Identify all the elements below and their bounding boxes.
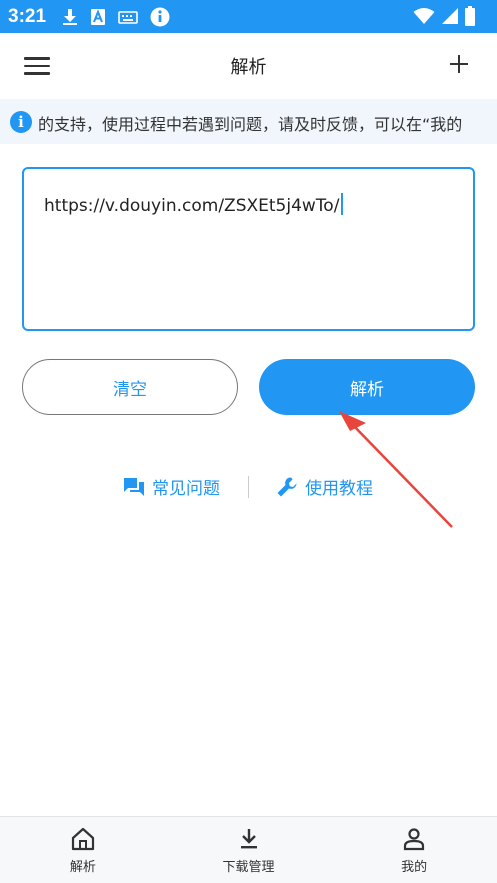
chat-bubbles-icon — [124, 477, 144, 496]
home-icon — [71, 827, 94, 851]
status-bar: 3:21 — [0, 0, 497, 33]
plus-icon — [450, 55, 468, 73]
help-links: 常见问题 使用教程 — [0, 472, 497, 502]
nav-item-profile[interactable]: 我的 — [331, 817, 497, 883]
url-input-value: https://v.douyin.com/ZSXEt5j4wTo/ — [44, 196, 340, 216]
add-button[interactable] — [447, 52, 471, 76]
notice-text: 的支持，使用过程中若遇到问题，请及时反馈，可以在“我的 — [38, 115, 463, 134]
download-tray-icon — [240, 829, 257, 849]
faq-link[interactable]: 常见问题 — [123, 474, 220, 499]
status-time: 3:21 — [8, 5, 47, 27]
wrench-icon — [277, 477, 297, 496]
info-icon — [150, 7, 170, 26]
nav-label: 下载管理 — [222, 860, 275, 875]
info-icon: i — [10, 111, 32, 133]
page-title: 解析 — [230, 57, 267, 78]
text-a-icon — [91, 8, 106, 25]
keyboard-icon — [118, 10, 138, 24]
status-icons-right — [413, 6, 475, 26]
hamburger-menu-icon — [24, 57, 50, 60]
person-icon — [404, 828, 425, 851]
download-icon — [63, 8, 78, 25]
wifi-icon — [413, 8, 435, 24]
nav-label: 解析 — [69, 860, 96, 875]
nav-item-parse[interactable]: 解析 — [0, 817, 166, 883]
battery-icon — [465, 6, 475, 26]
faq-label: 常见问题 — [152, 479, 220, 499]
menu-button[interactable] — [24, 57, 50, 77]
nav-label: 我的 — [401, 860, 428, 875]
links-divider — [248, 476, 249, 498]
url-input[interactable]: https://v.douyin.com/ZSXEt5j4wTo/ — [22, 167, 475, 331]
bottom-nav: 解析 下载管理 我的 — [0, 816, 497, 883]
clear-button[interactable]: 清空 — [22, 359, 238, 415]
tutorial-label: 使用教程 — [305, 479, 373, 499]
status-icons-left — [62, 7, 170, 27]
signal-icon — [442, 8, 458, 24]
tutorial-link[interactable]: 使用教程 — [276, 474, 373, 499]
app-bar: 解析 — [0, 33, 497, 99]
nav-item-downloads[interactable]: 下载管理 — [166, 817, 332, 883]
parse-button[interactable]: 解析 — [259, 359, 475, 415]
text-cursor — [341, 193, 344, 215]
notice-bar: i 的支持，使用过程中若遇到问题，请及时反馈，可以在“我的 — [0, 99, 497, 144]
